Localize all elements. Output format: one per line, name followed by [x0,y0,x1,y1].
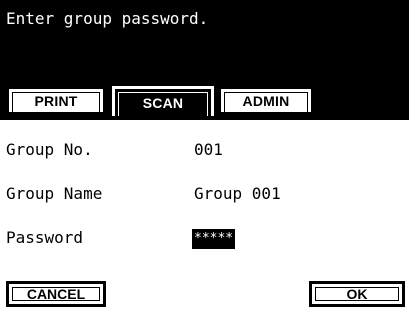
prompt-message: Enter group password. [6,9,209,28]
tab-print[interactable]: PRINT [6,86,106,112]
group-no-label: Group No. [6,140,93,159]
group-no-value: 001 [194,140,223,159]
tab-scan-label: SCAN [142,94,184,111]
group-name-value: Group 001 [194,184,281,203]
group-name-label: Group Name [6,184,103,203]
ok-button[interactable]: OK [309,281,405,307]
group-password-screen: Enter group password. PRINT SCAN ADMIN G… [0,0,409,311]
mode-tabs: PRINT SCAN ADMIN [0,86,409,120]
tab-admin-label: ADMIN [242,92,290,109]
password-label: Password [6,228,84,247]
header-bar: Enter group password. PRINT SCAN ADMIN [0,0,409,120]
tab-print-label: PRINT [34,92,78,109]
tab-scan[interactable]: SCAN [112,86,214,116]
password-field[interactable]: ***** [192,229,236,249]
ok-button-label: OK [346,286,368,302]
cancel-button[interactable]: CANCEL [6,281,106,307]
tab-admin[interactable]: ADMIN [218,86,314,112]
cancel-button-label: CANCEL [26,286,86,302]
